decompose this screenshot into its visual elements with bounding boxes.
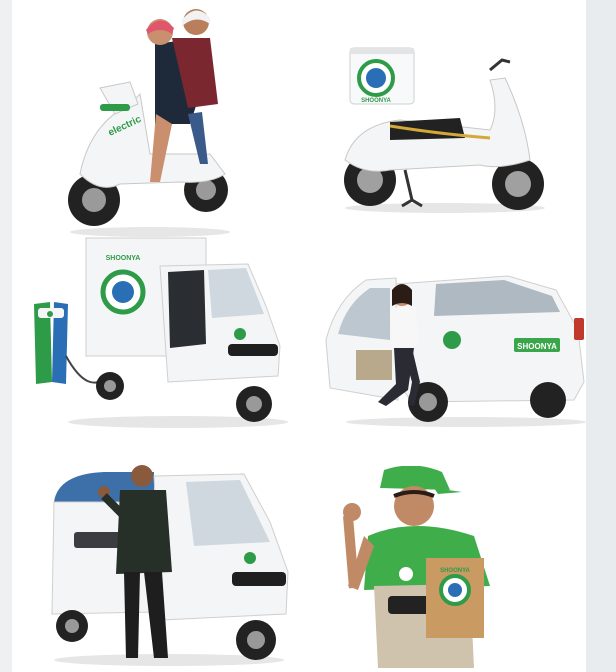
bag-label: SHOONYA bbox=[440, 568, 470, 574]
couple-on-electric-scooter: electric bbox=[68, 9, 230, 237]
box-badge: SHOONYA bbox=[361, 98, 391, 104]
driver-with-passenger-e-rickshaw bbox=[51, 465, 289, 666]
cargo-box-logo: SHOONYA bbox=[106, 255, 141, 262]
delivery-person-with-bag: SHOONYA bbox=[343, 466, 490, 668]
charging-station-and-cargo-vehicle: SHOONYA bbox=[34, 237, 288, 428]
left-margin bbox=[0, 0, 12, 672]
delivery-scooter-with-box: SHOONYA bbox=[344, 47, 545, 213]
right-margin bbox=[586, 0, 616, 672]
photo-collage: electric SHOONYA SHOONYA SHOONYA SHOONYA bbox=[0, 0, 616, 672]
car-plate: SHOONYA bbox=[517, 342, 557, 351]
woman-entering-electric-car: SHOONYA bbox=[325, 275, 586, 427]
